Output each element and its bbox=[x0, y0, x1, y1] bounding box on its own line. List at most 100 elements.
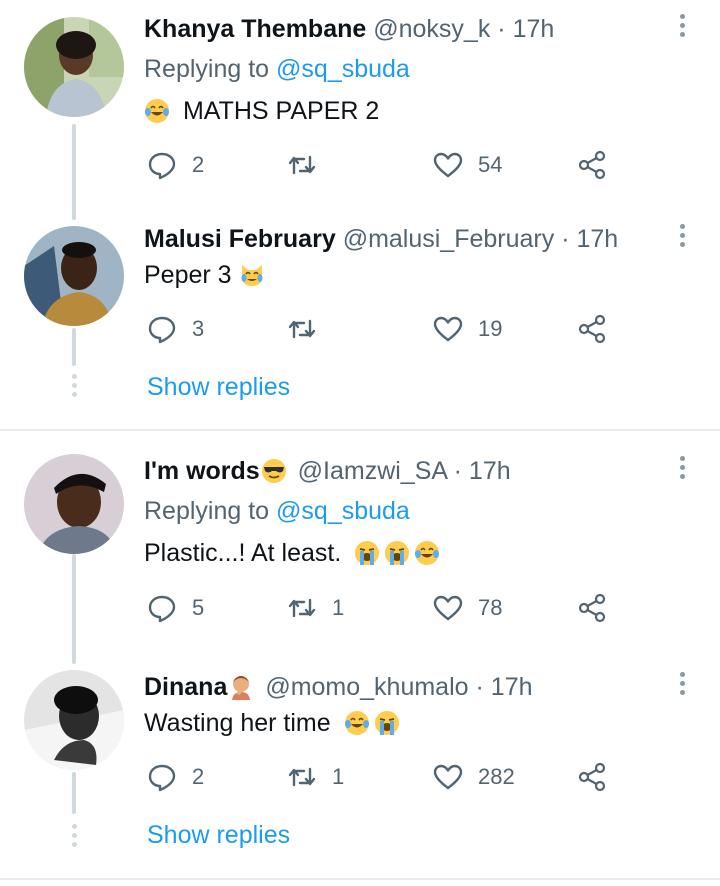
tweet-actions: 2 1 282 bbox=[146, 760, 616, 794]
reply-icon bbox=[148, 764, 176, 792]
share-button[interactable] bbox=[576, 760, 608, 794]
display-name[interactable]: Khanya Thembane bbox=[144, 15, 366, 43]
share-icon bbox=[578, 762, 606, 792]
display-name[interactable]: I'm words bbox=[144, 457, 260, 485]
separator-dot: · bbox=[561, 225, 570, 253]
replying-to-handle[interactable]: @sq_sbuda bbox=[276, 497, 410, 525]
user-handle[interactable]: @momo_khumalo bbox=[265, 673, 468, 701]
display-name[interactable]: Malusi February bbox=[144, 225, 336, 253]
reply-count: 3 bbox=[192, 316, 205, 341]
like-count: 282 bbox=[478, 764, 515, 789]
retweet-button[interactable] bbox=[286, 148, 332, 182]
tweet-text: MATHS PAPER 2 bbox=[144, 96, 379, 126]
replying-to: Replying to @sq_sbuda bbox=[144, 54, 410, 84]
tweet[interactable]: Khanya Thembane @noksy_k · 17h Replying … bbox=[0, 0, 720, 220]
heart-icon bbox=[433, 595, 463, 621]
heart-icon bbox=[433, 316, 463, 342]
face-with-tears-of-joy-icon bbox=[145, 99, 169, 123]
replying-to-label: Replying to bbox=[144, 55, 270, 83]
replying-to-label: Replying to bbox=[144, 497, 270, 525]
replying-to: Replying to @sq_sbuda bbox=[144, 496, 410, 526]
timestamp[interactable]: 17h bbox=[576, 225, 618, 253]
like-count: 19 bbox=[478, 316, 503, 341]
retweet-icon bbox=[288, 155, 316, 175]
retweet-button[interactable]: 1 bbox=[286, 760, 344, 794]
tweet-text-content: MATHS PAPER 2 bbox=[182, 97, 380, 125]
retweet-icon bbox=[288, 767, 316, 787]
more-options-icon[interactable] bbox=[672, 224, 692, 254]
tweet-actions: 5 1 78 bbox=[146, 591, 616, 625]
like-button[interactable]: 54 bbox=[432, 148, 502, 182]
separator-dot: · bbox=[453, 457, 462, 485]
like-button[interactable]: 282 bbox=[432, 760, 515, 794]
user-handle[interactable]: @malusi_February bbox=[343, 225, 555, 253]
avatar[interactable] bbox=[24, 226, 124, 326]
thread-line bbox=[72, 554, 76, 664]
retweet-icon bbox=[288, 598, 316, 618]
like-button[interactable]: 78 bbox=[432, 591, 502, 625]
smiling-face-with-sunglasses-icon bbox=[261, 459, 286, 483]
timestamp[interactable]: 17h bbox=[491, 673, 533, 701]
reply-count: 5 bbox=[192, 595, 205, 620]
tweet-text-content: Peper 3 bbox=[144, 261, 232, 289]
avatar[interactable] bbox=[24, 17, 124, 117]
separator-dot: · bbox=[497, 15, 506, 43]
tweet-actions: 3 19 bbox=[146, 312, 616, 346]
user-handle[interactable]: @Iamzwi_SA bbox=[298, 457, 447, 485]
thread-line bbox=[72, 772, 76, 814]
user-handle[interactable]: @noksy_k bbox=[373, 15, 490, 43]
thread-line bbox=[72, 328, 76, 366]
reply-button[interactable]: 3 bbox=[146, 312, 204, 346]
share-icon bbox=[578, 150, 606, 180]
share-button[interactable] bbox=[576, 148, 608, 182]
like-button[interactable]: 19 bbox=[432, 312, 502, 346]
share-button[interactable] bbox=[576, 312, 608, 346]
person-facepalming-icon bbox=[232, 676, 251, 700]
more-options-icon[interactable] bbox=[672, 14, 692, 44]
tweet-header: Malusi February @malusi_February · 17h bbox=[144, 224, 618, 254]
reply-count: 2 bbox=[192, 152, 205, 177]
tweet-text: Wasting her time bbox=[144, 708, 400, 738]
face-with-tears-of-joy-icon bbox=[415, 541, 440, 565]
tweet-text-content: Wasting her time bbox=[144, 709, 331, 737]
share-button[interactable] bbox=[576, 591, 608, 625]
heart-icon bbox=[433, 764, 463, 790]
heart-icon bbox=[433, 152, 463, 178]
tweet[interactable]: Malusi February @malusi_February · 17h P… bbox=[0, 210, 720, 430]
more-options-icon[interactable] bbox=[672, 456, 692, 486]
reply-button[interactable]: 2 bbox=[146, 760, 204, 794]
tweet-text-content: Plastic...! At least. bbox=[144, 539, 342, 567]
tweet-header: I'm words @Iamzwi_SA · 17h bbox=[144, 456, 511, 486]
share-icon bbox=[578, 314, 606, 344]
reply-icon bbox=[148, 152, 176, 180]
avatar[interactable] bbox=[24, 670, 124, 770]
display-name[interactable]: Dinana bbox=[144, 673, 227, 701]
retweet-button[interactable] bbox=[286, 312, 332, 346]
loudly-crying-face-icon bbox=[374, 711, 399, 735]
tweet[interactable]: I'm words @Iamzwi_SA · 17h Replying to @… bbox=[0, 442, 720, 664]
retweet-button[interactable]: 1 bbox=[286, 591, 344, 625]
thread-line bbox=[72, 124, 76, 220]
timestamp[interactable]: 17h bbox=[513, 15, 555, 43]
divider bbox=[0, 878, 720, 880]
reply-icon bbox=[148, 316, 176, 344]
retweet-icon bbox=[288, 319, 316, 339]
tweet-text: Peper 3 bbox=[144, 260, 265, 290]
avatar[interactable] bbox=[24, 454, 124, 554]
like-count: 54 bbox=[478, 152, 503, 177]
show-replies-link[interactable]: Show replies bbox=[147, 820, 290, 850]
replying-to-handle[interactable]: @sq_sbuda bbox=[276, 55, 410, 83]
tweet-header: Dinana @momo_khumalo · 17h bbox=[144, 672, 533, 702]
loudly-crying-face-icon bbox=[385, 541, 410, 565]
tweet-actions: 2 54 bbox=[146, 148, 616, 182]
tweet-header: Khanya Thembane @noksy_k · 17h bbox=[144, 14, 554, 44]
show-replies-link[interactable]: Show replies bbox=[147, 372, 290, 402]
retweet-count: 1 bbox=[332, 764, 345, 789]
reply-button[interactable]: 5 bbox=[146, 591, 204, 625]
divider bbox=[0, 429, 720, 431]
more-options-icon[interactable] bbox=[672, 672, 692, 702]
timestamp[interactable]: 17h bbox=[469, 457, 511, 485]
tweet[interactable]: Dinana @momo_khumalo · 17h Wasting her t… bbox=[0, 658, 720, 884]
reply-button[interactable]: 2 bbox=[146, 148, 204, 182]
thread-gap-dots bbox=[70, 824, 78, 851]
